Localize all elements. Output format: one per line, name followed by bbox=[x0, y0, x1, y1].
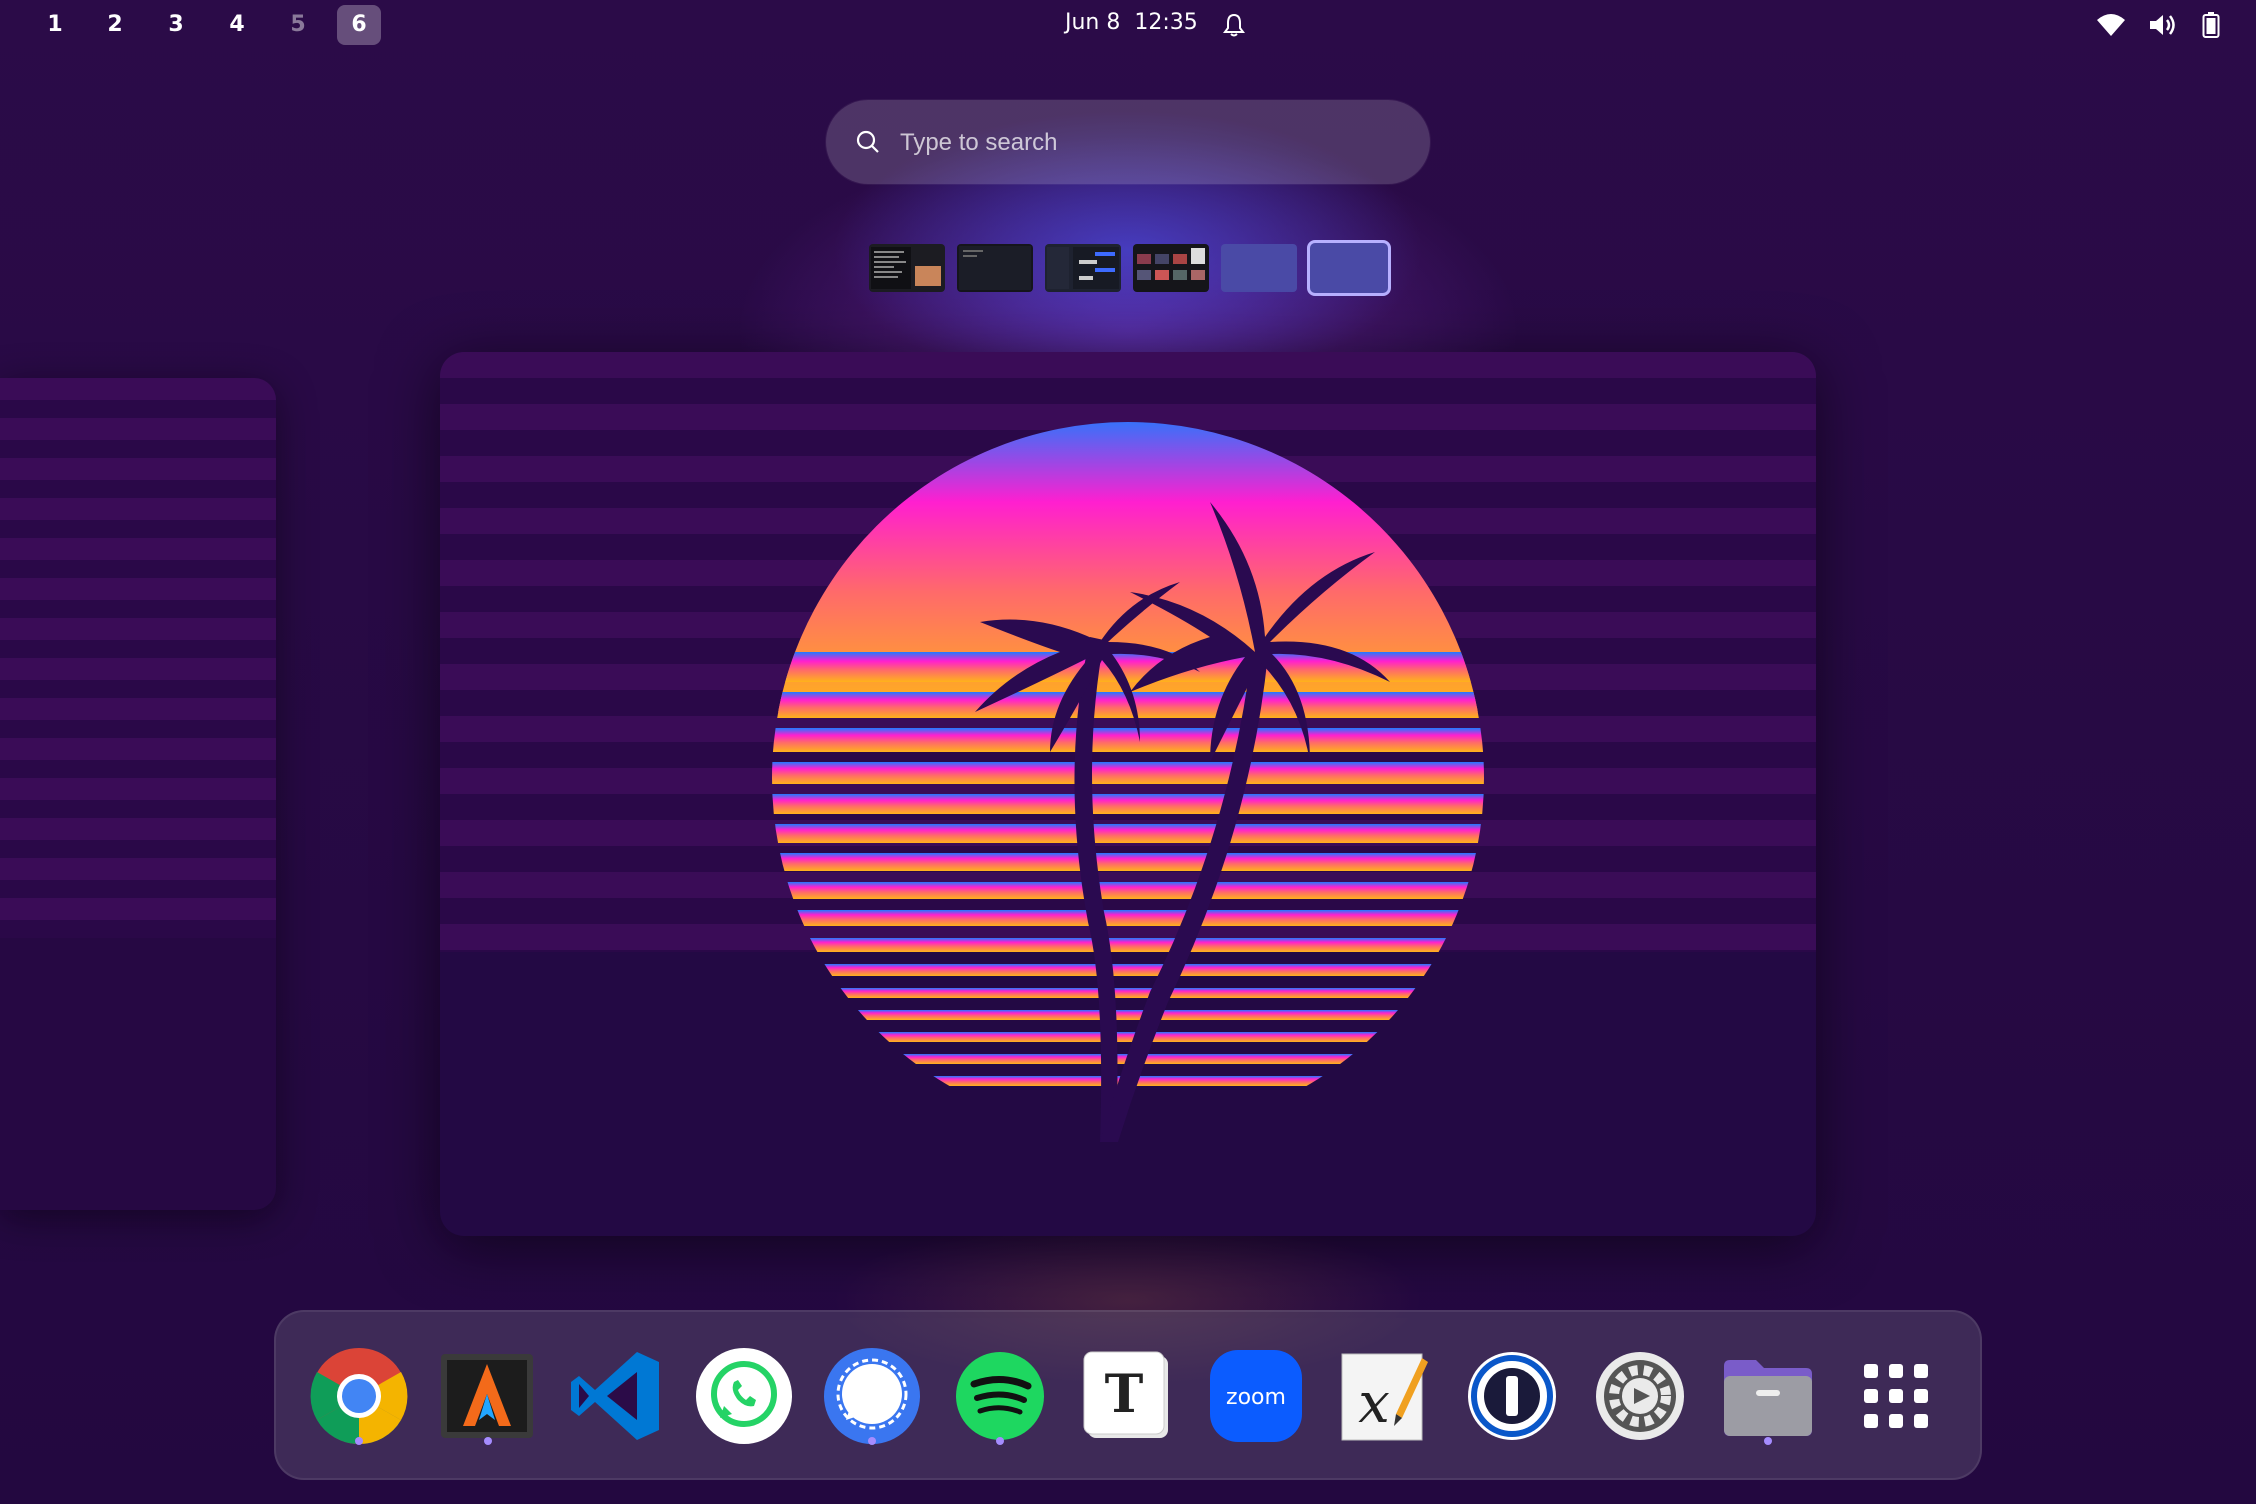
previous-workspace-preview[interactable] bbox=[0, 378, 276, 1210]
workspace-thumbnail-3[interactable] bbox=[1045, 244, 1121, 292]
dock-1password-app[interactable] bbox=[1462, 1346, 1562, 1446]
xournal-icon: x bbox=[1341, 1353, 1428, 1441]
xournal-letter: x bbox=[1358, 1371, 1390, 1436]
dock-zoom-app[interactable]: zoom bbox=[1206, 1346, 1306, 1446]
dock-whatsapp-app[interactable] bbox=[694, 1346, 794, 1446]
dock-xournal-app[interactable]: x bbox=[1334, 1346, 1434, 1446]
dock-show-apps-button[interactable] bbox=[1846, 1346, 1946, 1446]
dock-spotify-app[interactable] bbox=[950, 1346, 1050, 1446]
typora-icon: T bbox=[1083, 1351, 1168, 1438]
wallpaper-stripes bbox=[0, 378, 276, 938]
dock-alacritty-app[interactable] bbox=[437, 1346, 537, 1446]
workspace-thumbnail-5[interactable] bbox=[1221, 244, 1297, 292]
date-label: Jun 8 bbox=[1065, 10, 1121, 35]
settings-gear-icon bbox=[1596, 1352, 1684, 1440]
chat-preview bbox=[1047, 247, 1119, 289]
sunset-palm-wallpaper bbox=[772, 422, 1484, 1142]
workspace-4-button[interactable]: 4 bbox=[215, 5, 259, 45]
search-icon bbox=[856, 130, 879, 153]
folder-icon bbox=[1724, 1360, 1812, 1436]
battery-icon[interactable] bbox=[2202, 12, 2220, 38]
dock-chrome-app[interactable] bbox=[309, 1346, 409, 1446]
chrome-icon bbox=[310, 1348, 408, 1445]
workspace-thumbnail-2[interactable] bbox=[957, 244, 1033, 292]
typora-letter: T bbox=[1105, 1364, 1144, 1425]
running-indicator bbox=[868, 1437, 876, 1445]
wifi-icon[interactable] bbox=[2096, 12, 2126, 38]
workspace-thumbnail-1[interactable] bbox=[869, 244, 945, 292]
signal-icon bbox=[824, 1348, 920, 1444]
workspace-thumbnail-6-selected[interactable] bbox=[1307, 240, 1391, 296]
workspace-5-button[interactable]: 5 bbox=[276, 5, 320, 45]
editor-preview bbox=[959, 246, 1031, 290]
vscode-icon bbox=[571, 1352, 659, 1440]
current-workspace-preview[interactable] bbox=[440, 352, 1816, 1236]
top-bar: 1 2 3 4 5 6 Jun 8 12:35 bbox=[0, 0, 2256, 52]
media-grid-preview bbox=[1137, 248, 1205, 280]
workspace-3-button[interactable]: 3 bbox=[154, 5, 198, 45]
search-input[interactable] bbox=[898, 100, 1402, 186]
spotify-icon bbox=[956, 1352, 1044, 1440]
running-indicator bbox=[355, 1437, 363, 1445]
bell-icon[interactable] bbox=[1222, 12, 1246, 38]
terminal-preview bbox=[871, 247, 941, 289]
dock-files-app[interactable] bbox=[1718, 1346, 1818, 1446]
clock[interactable]: Jun 8 12:35 bbox=[1065, 10, 1198, 35]
zoom-icon: zoom bbox=[1210, 1350, 1302, 1442]
alacritty-icon bbox=[441, 1354, 533, 1438]
running-indicator bbox=[484, 1437, 492, 1445]
time-label: 12:35 bbox=[1134, 10, 1198, 35]
workspace-1-button[interactable]: 1 bbox=[33, 5, 77, 45]
dock-signal-app[interactable] bbox=[822, 1346, 922, 1446]
dock-typora-app[interactable]: T bbox=[1078, 1346, 1178, 1446]
workspace-6-button[interactable]: 6 bbox=[337, 5, 381, 45]
dock-vscode-app[interactable] bbox=[565, 1346, 665, 1446]
running-indicator bbox=[1764, 1437, 1772, 1445]
dock-settings-app[interactable] bbox=[1590, 1346, 1690, 1446]
zoom-label: zoom bbox=[1226, 1385, 1286, 1410]
search-entry[interactable] bbox=[826, 100, 1430, 186]
workspace-2-button[interactable]: 2 bbox=[93, 5, 137, 45]
volume-icon[interactable] bbox=[2148, 12, 2176, 38]
1password-icon bbox=[1468, 1352, 1556, 1440]
running-indicator bbox=[996, 1437, 1004, 1445]
whatsapp-icon bbox=[696, 1348, 792, 1444]
app-grid-icon bbox=[1864, 1364, 1928, 1428]
workspace-thumbnail-4[interactable] bbox=[1133, 244, 1209, 292]
